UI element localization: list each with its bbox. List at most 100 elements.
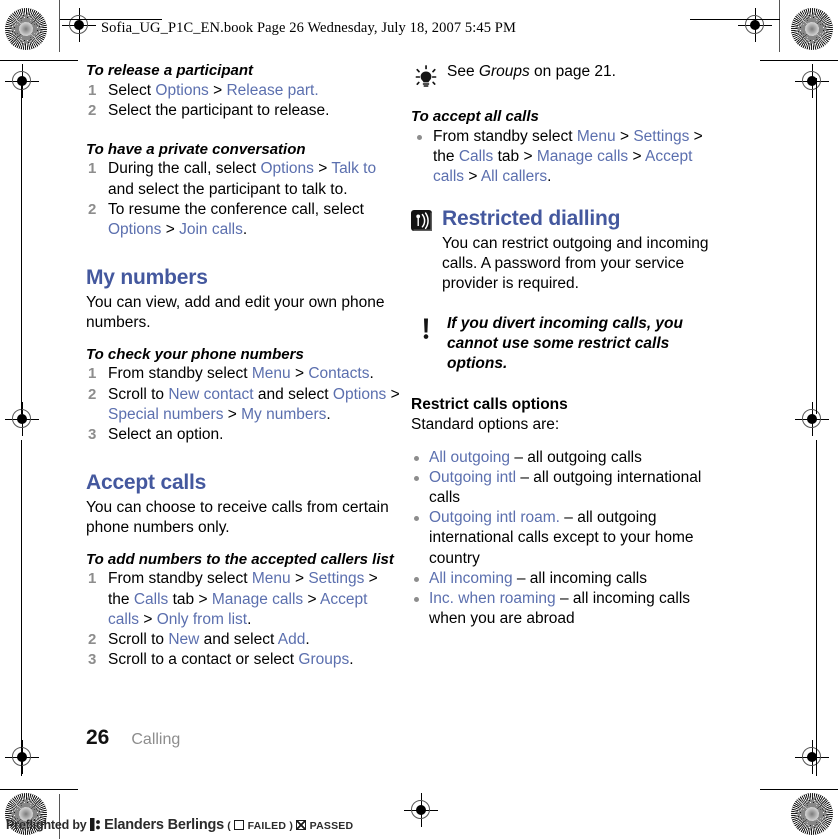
menu-path-link: Settings	[308, 570, 365, 588]
section-intro-my-numbers: You can view, add and edit your own phon…	[86, 293, 385, 331]
passed-checkbox	[296, 820, 307, 830]
text-run: >	[208, 81, 227, 99]
menu-path-link: All outgoing	[429, 448, 511, 466]
menu-path-link: New contact	[168, 385, 254, 403]
restrict-options-subtitle: Standard options are:	[411, 415, 560, 433]
text-run: .	[305, 630, 310, 648]
signal-antenna-icon	[411, 210, 434, 233]
text-run: .	[242, 220, 248, 238]
list-item: All outgoing – all outgoing calls	[411, 448, 726, 468]
list-item: Outgoing intl roam. – all outgoing inter…	[411, 508, 726, 568]
list-item: Select the participant to release.	[86, 101, 401, 121]
text-run: From standby select	[108, 570, 252, 588]
elanders-logo-icon	[89, 818, 101, 831]
menu-path-link: Outgoing intl	[429, 468, 517, 486]
restrict-options-title: Restrict calls options	[411, 395, 568, 413]
text-run: on page 21.	[529, 63, 616, 80]
menu-path-link: Manage calls	[211, 590, 304, 608]
text-run: During the call, select	[108, 160, 261, 178]
steps-release-participant: Select Options > Release part. Select the…	[86, 81, 401, 121]
menu-path-link: Add	[277, 630, 306, 648]
bullets-accept-all-calls: From standby select Menu > Settings > th…	[411, 127, 726, 187]
trim-line-top-left	[0, 60, 78, 61]
text-run: – all outgoing calls	[510, 448, 642, 466]
section-heading-restricted-dialling: Restricted dialling	[442, 207, 621, 231]
text-run: >	[303, 590, 320, 608]
list-item: During the call, select Options > Talk t…	[86, 159, 401, 199]
text-run: >	[615, 127, 634, 145]
menu-path-link: Options	[332, 385, 387, 403]
steps-add-accepted-callers: From standby select Menu > Settings > th…	[86, 569, 401, 670]
page-number: 26	[86, 726, 110, 749]
list-item: Inc. when roaming – all incoming calls w…	[411, 589, 726, 629]
lightbulb-icon	[411, 63, 441, 93]
text-run: >	[290, 570, 309, 588]
text-run: Scroll to	[108, 630, 169, 648]
list-item: To resume the conference call, select Op…	[86, 200, 401, 240]
list-item: Scroll to a contact or select Groups.	[86, 650, 401, 670]
text-run: .	[369, 365, 374, 383]
right-column: See Groups on page 21. To accept all cal…	[411, 62, 726, 629]
menu-path-link: Menu	[576, 127, 616, 145]
list-item: All incoming – all incoming calls	[411, 569, 726, 589]
restrict-options-list: All outgoing – all outgoing calls Outgoin…	[411, 448, 726, 629]
text-run: tab >	[168, 590, 212, 608]
text-run: and select	[199, 630, 278, 648]
menu-path-link: Calls	[133, 590, 169, 608]
text-run: From standby select	[433, 127, 577, 145]
text-run: Select	[108, 81, 156, 99]
list-item: Select Options > Release part.	[86, 81, 401, 101]
text-run: >	[386, 385, 400, 403]
header-rule-right	[690, 19, 780, 20]
text-run: Scroll to a contact or select	[108, 650, 299, 668]
page-footer: 26 Calling	[86, 726, 180, 750]
text-run: >	[223, 405, 242, 423]
menu-path-link: Settings	[633, 127, 690, 145]
procedure-title-check-phone-numbers: To check your phone numbers	[86, 345, 304, 363]
section-restricted-dialling: Restricted dialling You can restrict out…	[411, 207, 726, 294]
procedure-title-add-accepted-callers: To add numbers to the accepted callers l…	[86, 550, 394, 568]
menu-path-link: Outgoing intl roam.	[429, 509, 560, 527]
text-run: – all incoming calls	[512, 569, 647, 587]
menu-path-link: Release part.	[226, 81, 319, 99]
menu-path-link: Options	[108, 220, 162, 238]
text-run: Select the participant to release.	[108, 101, 330, 119]
text-run: .	[247, 610, 252, 628]
text-run: >	[290, 365, 309, 383]
list-item: Scroll to New and select Add.	[86, 630, 401, 650]
text-run: Select an option.	[108, 425, 224, 443]
page-content: To release a participant Select Options …	[0, 62, 838, 762]
preflight-status-text: Preflighted by Elanders Berlings ( FAILE…	[6, 816, 353, 833]
menu-path-link: Manage calls	[536, 147, 629, 165]
section-intro-restricted-dialling: You can restrict outgoing and incoming c…	[442, 234, 709, 292]
trim-line-bottom-right	[760, 789, 838, 790]
page-header: Sofia_UG_P1C_EN.book Page 26 Wednesday, …	[0, 0, 838, 52]
text-run: From standby select	[108, 365, 252, 383]
section-heading-my-numbers: My numbers	[86, 266, 208, 290]
trim-line-bottom-left	[0, 789, 78, 790]
text-run: Scroll to	[108, 385, 169, 403]
text-run: >	[161, 220, 180, 238]
tip-note: See Groups on page 21.	[411, 62, 726, 87]
preflight-open-paren: (	[227, 820, 231, 832]
preflight-company: Elanders Berlings	[104, 817, 225, 833]
text-run: >	[313, 160, 332, 178]
menu-path-link: Join calls	[179, 220, 243, 238]
menu-path-link: Contacts	[308, 365, 370, 383]
text-run: To resume the conference call, select	[108, 200, 364, 218]
header-divider-right	[779, 0, 780, 52]
text-run: See	[447, 63, 479, 80]
menu-path-link: Groups	[298, 650, 350, 668]
preflight-failed-label: FAILED	[247, 820, 287, 832]
steps-check-phone-numbers: From standby select Menu > Contacts. Scro…	[86, 364, 401, 445]
text-run: >	[139, 610, 157, 628]
menu-path-link: Menu	[251, 365, 291, 383]
failed-checkbox	[234, 820, 245, 830]
